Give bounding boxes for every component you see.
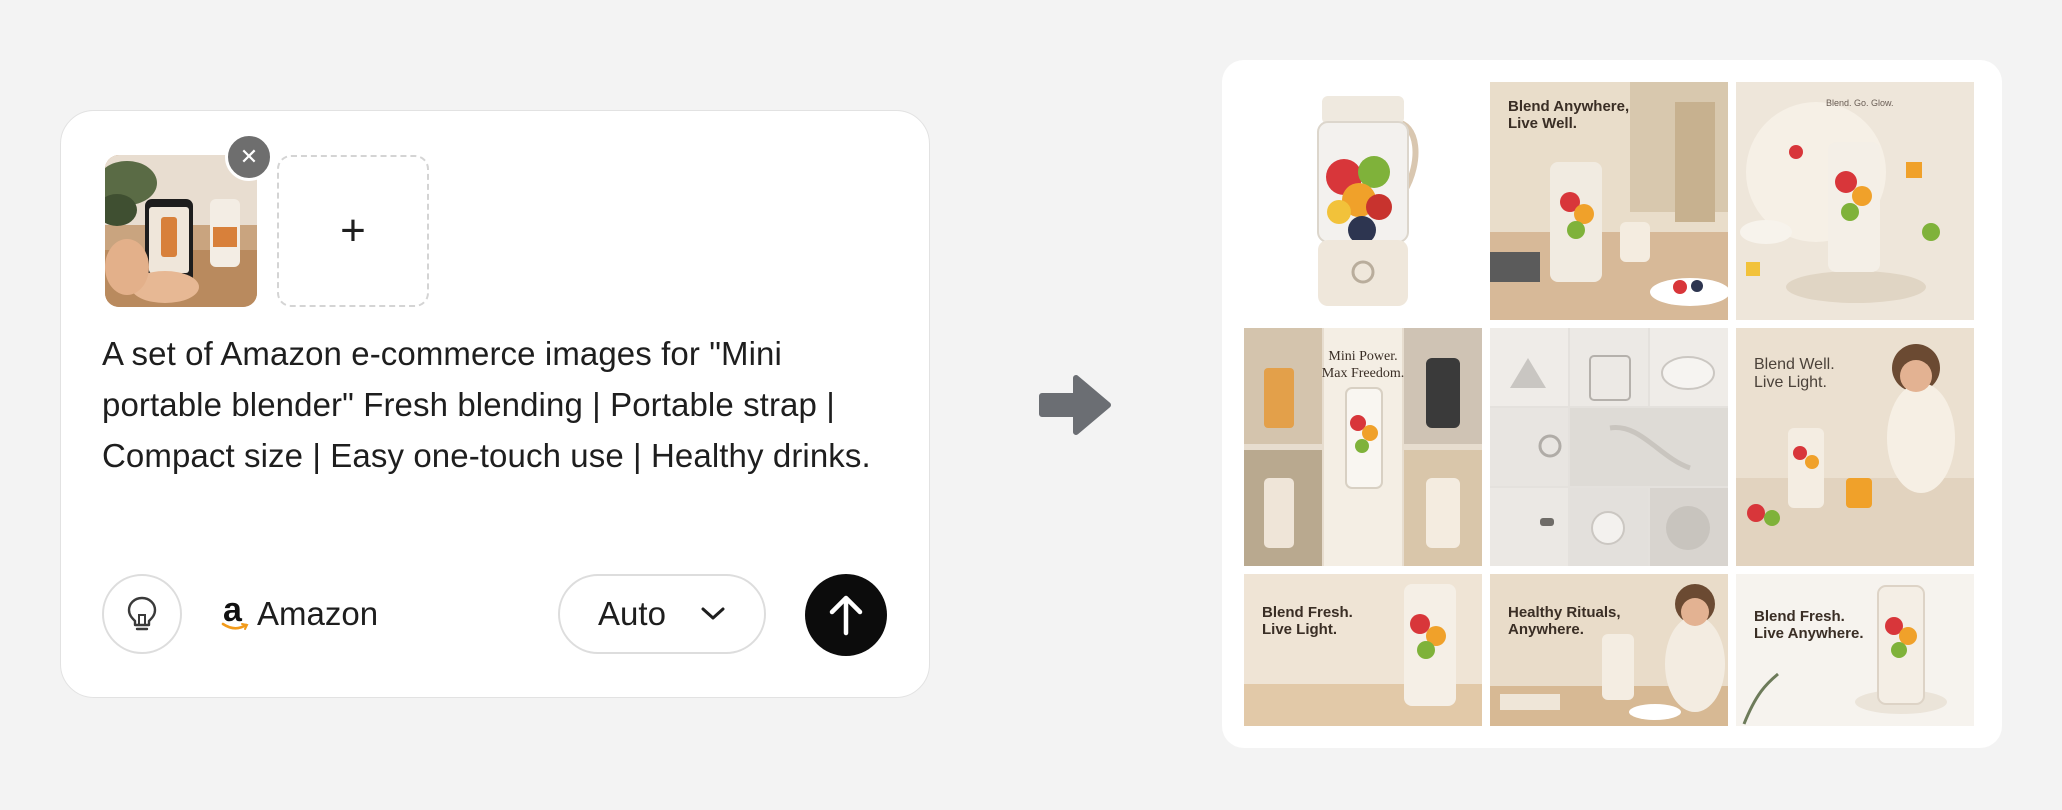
gallery-image-8[interactable]: Healthy Rituals, Anywhere. bbox=[1490, 574, 1728, 726]
plus-icon: + bbox=[340, 206, 366, 255]
gallery-image-7[interactable]: Blend Fresh. Live Light. bbox=[1244, 574, 1482, 726]
gallery-image-3-heading: Blend. Go. Glow. bbox=[1826, 98, 1894, 108]
gallery-image-6[interactable]: Blend Well. Live Light. bbox=[1736, 328, 1974, 566]
gallery-image-1[interactable] bbox=[1244, 82, 1482, 320]
gallery-image-7-heading: Blend Fresh. Live Light. bbox=[1262, 604, 1353, 638]
add-image-button[interactable]: + bbox=[277, 155, 429, 307]
platform-selector[interactable]: a Amazon bbox=[221, 588, 378, 640]
gallery-image-2-heading: Blend Anywhere, Live Well. bbox=[1508, 98, 1630, 132]
uploaded-image-thumbnail[interactable] bbox=[105, 155, 257, 307]
platform-label: Amazon bbox=[257, 595, 379, 632]
send-button[interactable] bbox=[805, 574, 887, 656]
gallery-image-6-heading: Blend Well. Live Light. bbox=[1754, 356, 1835, 391]
generated-images-gallery: Blend Anywhere, Live Well. Blend. Go. Gl… bbox=[1222, 60, 2002, 748]
canvas: ✕ + A set of Amazon e-commerce images fo… bbox=[0, 0, 2062, 810]
mode-selected-value: Auto bbox=[598, 595, 666, 632]
prompt-card: ✕ + A set of Amazon e-commerce images fo… bbox=[60, 110, 930, 698]
mode-dropdown[interactable]: Auto bbox=[558, 574, 766, 654]
remove-image-button[interactable]: ✕ bbox=[225, 133, 273, 181]
gallery-image-2[interactable]: Blend Anywhere, Live Well. bbox=[1490, 82, 1728, 320]
gallery-image-3[interactable]: Blend. Go. Glow. bbox=[1736, 82, 1974, 320]
gallery-image-9-heading: Blend Fresh. Live Anywhere. bbox=[1754, 608, 1864, 642]
gallery-image-4-heading: Mini Power. Max Freedom. bbox=[1321, 349, 1405, 381]
idea-button[interactable] bbox=[102, 574, 182, 654]
arrow-up-icon bbox=[829, 595, 863, 636]
arrow-right-icon bbox=[1039, 375, 1111, 435]
prompt-text[interactable]: A set of Amazon e-commerce images for "M… bbox=[102, 328, 892, 481]
amazon-logo-icon: a bbox=[221, 592, 249, 634]
gallery-image-9[interactable]: Blend Fresh. Live Anywhere. bbox=[1736, 574, 1974, 726]
gallery-image-5[interactable] bbox=[1490, 328, 1728, 566]
lightbulb-icon bbox=[127, 596, 157, 631]
gallery-image-8-heading: Healthy Rituals, Anywhere. bbox=[1508, 604, 1621, 638]
gallery-image-4[interactable]: Mini Power. Max Freedom. bbox=[1244, 328, 1482, 566]
close-icon: ✕ bbox=[239, 144, 259, 169]
chevron-down-icon bbox=[701, 607, 725, 620]
